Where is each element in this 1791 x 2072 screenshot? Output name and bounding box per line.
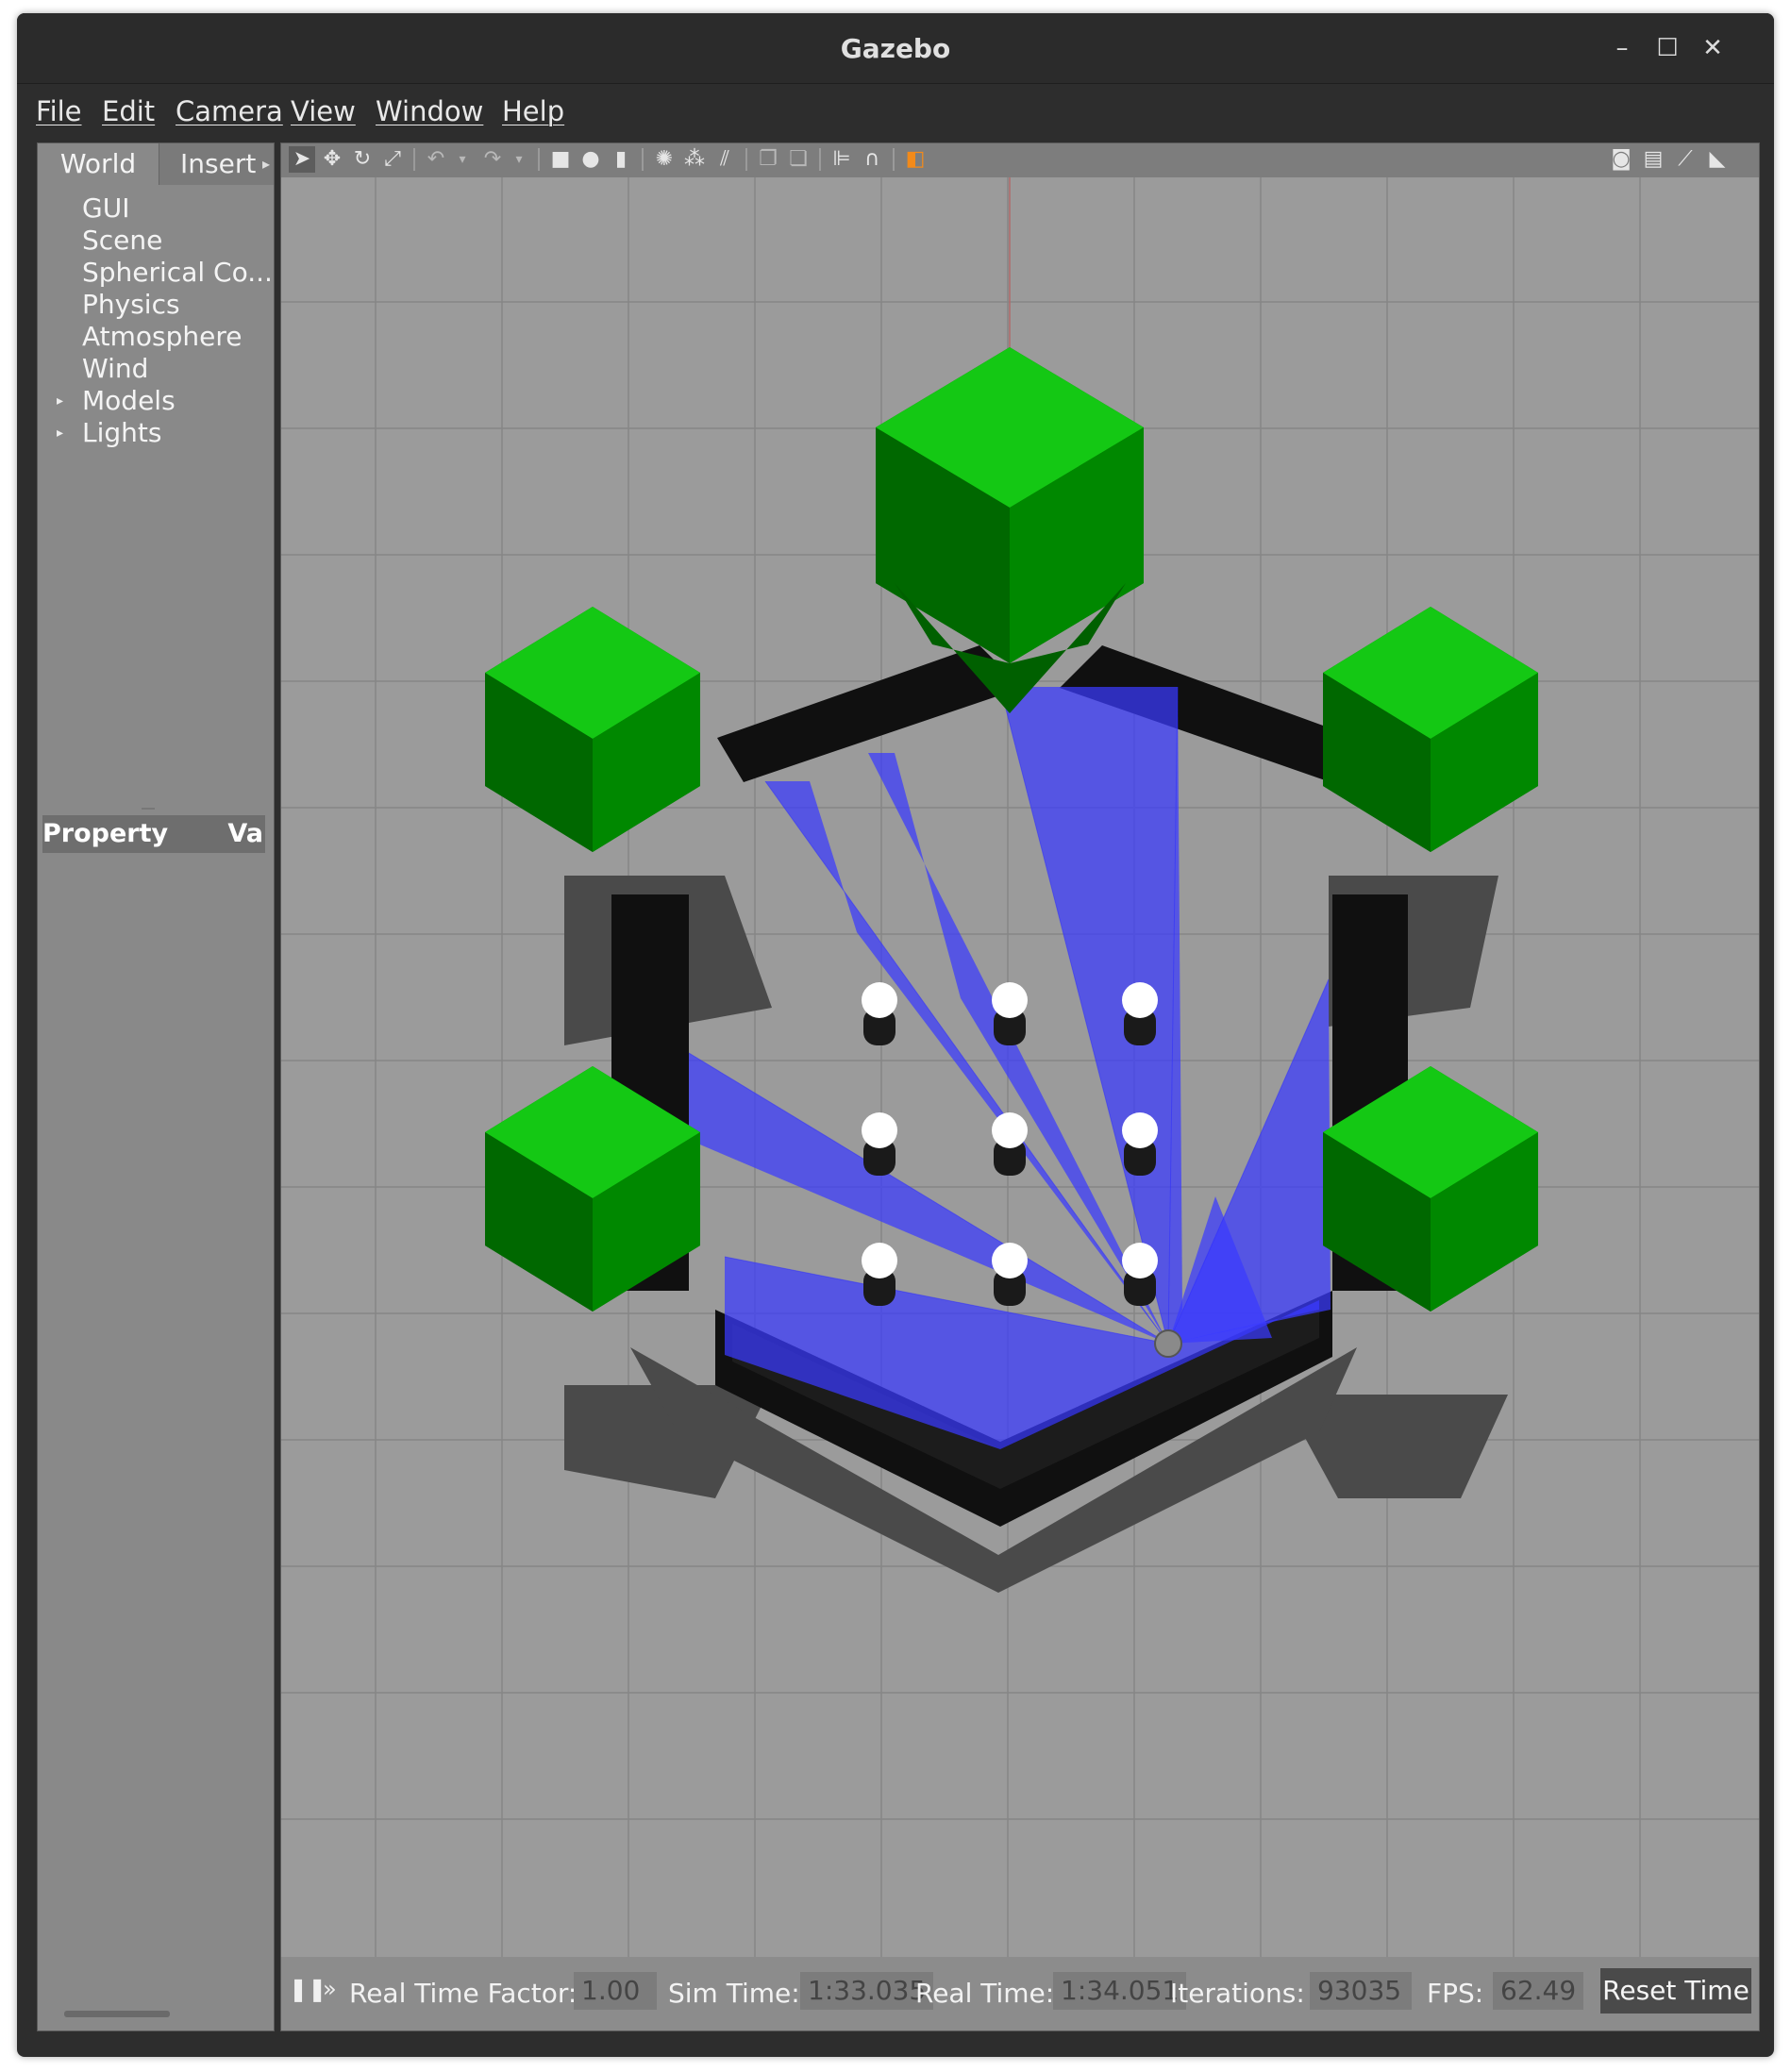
expand-arrow-icon[interactable]: ▸ — [57, 417, 63, 449]
snap-icon[interactable]: ∩ — [859, 146, 885, 173]
menu-view[interactable]: View — [291, 95, 356, 127]
real-time-value: 1:34.051 — [1053, 1972, 1187, 2010]
tree-item-physics[interactable]: Physics — [38, 289, 274, 321]
real-time-factor-label: Real Time Factor: — [349, 1978, 577, 2009]
fps-value: 62.49 — [1493, 1972, 1584, 2010]
splitter-handle[interactable] — [142, 808, 155, 810]
tree-item-models[interactable]: ▸ Models — [38, 385, 274, 417]
world-tree: GUI Scene Spherical Co... Physics Atmosp… — [38, 192, 274, 449]
menu-camera[interactable]: Camera — [176, 95, 283, 127]
tree-item-lights[interactable]: ▸ Lights — [38, 417, 274, 449]
menu-file[interactable]: File — [36, 95, 82, 127]
redo-dropdown-icon[interactable]: ▾ — [506, 146, 532, 173]
sphere-shape-icon[interactable]: ● — [577, 146, 604, 173]
3d-scene[interactable] — [281, 177, 1759, 1957]
screenshot-icon[interactable]: ◙ — [1608, 146, 1634, 173]
real-time-label: Real Time: — [915, 1978, 1055, 2009]
tree-item-atmosphere[interactable]: Atmosphere — [38, 321, 274, 353]
sim-time-label: Sim Time: — [668, 1978, 800, 2009]
property-table-header: Property Va — [42, 815, 265, 853]
video-record-icon[interactable]: ◣ — [1704, 146, 1731, 173]
undo-icon[interactable]: ↶ — [423, 146, 449, 173]
expand-arrow-icon[interactable]: ▸ — [57, 385, 63, 417]
fps-label: FPS: — [1427, 1978, 1484, 2009]
horizontal-scrollbar[interactable] — [64, 2011, 170, 2017]
redo-icon[interactable]: ↷ — [479, 146, 506, 173]
tree-item-scene[interactable]: Scene — [38, 225, 274, 257]
select-arrow-icon[interactable]: ➤ — [289, 146, 315, 173]
spot-light-icon[interactable]: ⁂ — [681, 146, 708, 173]
gazebo-window: Gazebo – ☐ ✕ File Edit Camera View Windo… — [17, 13, 1774, 2057]
pause-icon[interactable]: ❚❚ — [289, 1976, 326, 2002]
tree-item-gui[interactable]: GUI — [38, 192, 274, 225]
tree-item-spherical-coordinates[interactable]: Spherical Co... — [38, 257, 274, 289]
scene-toolbar: ➤ ✥ ↻ ⤢ ↶ ▾ ↷ ▾ ■ ● ▮ ✺ ⁂ ⫽ ❐ ❏ ⊫ ∩ ◧ ◙ — [281, 143, 1759, 177]
box-shape-icon[interactable]: ■ — [547, 146, 574, 173]
menu-window[interactable]: Window — [376, 95, 483, 127]
tab-world[interactable]: World — [38, 143, 159, 185]
cylinder-shape-icon[interactable]: ▮ — [608, 146, 634, 173]
copy-icon[interactable]: ❐ — [755, 146, 781, 173]
tab-insert[interactable]: Insert ▸ — [159, 143, 274, 185]
tree-item-wind[interactable]: Wind — [38, 353, 274, 385]
value-column-header: Va — [227, 819, 263, 848]
minimize-icon[interactable]: – — [1603, 30, 1641, 66]
point-light-icon[interactable]: ✺ — [651, 146, 678, 173]
sim-time-value: 1:33.035 — [800, 1972, 934, 2010]
undo-dropdown-icon[interactable]: ▾ — [449, 146, 476, 173]
maximize-icon[interactable]: ☐ — [1649, 30, 1686, 66]
menu-bar: File Edit Camera View Window Help — [17, 84, 1774, 141]
menu-edit[interactable]: Edit — [102, 95, 155, 127]
iterations-label: Iterations: — [1170, 1978, 1305, 2009]
paste-icon[interactable]: ❏ — [785, 146, 812, 173]
tab-insert-label: Insert — [180, 148, 257, 179]
property-column-header: Property — [42, 819, 169, 848]
plot-icon[interactable]: ⟋ — [1672, 146, 1699, 173]
rotate-icon[interactable]: ↻ — [349, 146, 376, 173]
real-time-factor-value: 1.00 — [574, 1972, 657, 2010]
window-title: Gazebo — [840, 33, 951, 64]
title-bar: Gazebo – ☐ ✕ — [17, 13, 1774, 84]
iterations-value: 93035 — [1310, 1972, 1412, 2010]
render-viewport[interactable]: ➤ ✥ ↻ ⤢ ↶ ▾ ↷ ▾ ■ ● ▮ ✺ ⁂ ⫽ ❐ ❏ ⊫ ∩ ◧ ◙ — [280, 142, 1760, 2031]
reset-time-button[interactable]: Reset Time — [1600, 1968, 1751, 2014]
align-icon[interactable]: ⊫ — [829, 146, 855, 173]
step-icon[interactable]: » — [323, 1976, 337, 2002]
tab-scroll-right-icon[interactable]: ▸ — [262, 143, 270, 185]
log-icon[interactable]: ▤ — [1640, 146, 1666, 173]
translate-icon[interactable]: ✥ — [319, 146, 345, 173]
left-panel: World Insert ▸ GUI Scene Spherical Co...… — [37, 142, 275, 2031]
close-icon[interactable]: ✕ — [1694, 30, 1732, 66]
menu-help[interactable]: Help — [502, 95, 564, 127]
scale-icon[interactable]: ⤢ — [379, 146, 406, 173]
directional-light-icon[interactable]: ⫽ — [711, 146, 738, 173]
status-bar: ❚❚ » Real Time Factor: 1.00 Sim Time: 1:… — [281, 1957, 1759, 2030]
view-angle-icon[interactable]: ◧ — [902, 146, 929, 173]
